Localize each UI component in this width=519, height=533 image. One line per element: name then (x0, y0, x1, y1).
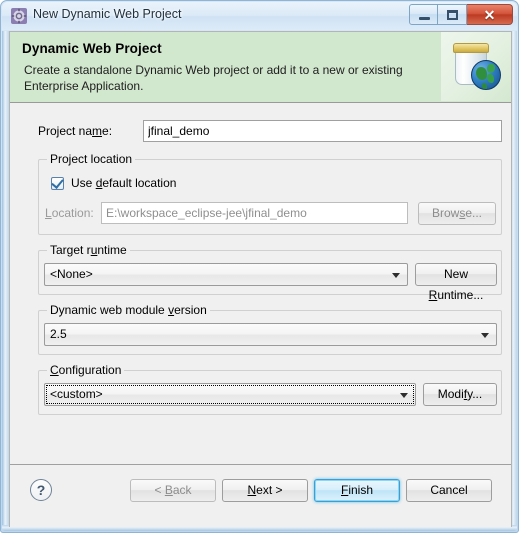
help-icon[interactable]: ? (30, 479, 52, 501)
new-runtime-button[interactable]: New Runtime... (415, 263, 497, 302)
configuration-value: <custom> (50, 387, 103, 401)
chevron-down-icon (481, 333, 489, 338)
configuration-combo[interactable]: <custom> (44, 383, 416, 406)
window-frame-left (2, 31, 9, 526)
location-input[interactable] (101, 202, 408, 224)
window-controls: ✕ (409, 4, 513, 25)
finish-button[interactable]: Finish (314, 479, 400, 502)
page-title: Dynamic Web Project (22, 41, 162, 56)
target-runtime-group-title: Target runtime (47, 243, 130, 257)
location-label: Location: (45, 206, 94, 220)
wizard-form: Project name: Project location Use defau… (10, 103, 511, 463)
checkmark-icon (51, 176, 64, 189)
module-version-value: 2.5 (50, 327, 67, 341)
modify-button[interactable]: Modify... (423, 383, 497, 406)
cancel-button[interactable]: Cancel (406, 479, 492, 502)
browse-button[interactable]: Browse... (418, 202, 496, 225)
module-version-group: Dynamic web module version 2.5 (38, 303, 502, 355)
window-title: New Dynamic Web Project (33, 7, 182, 21)
module-version-combo[interactable]: 2.5 (44, 323, 497, 346)
maximize-button[interactable] (438, 4, 467, 25)
project-location-group-title: Project location (47, 152, 136, 166)
project-location-group: Project location Use default location Lo… (38, 152, 502, 235)
use-default-location-checkbox[interactable] (51, 176, 64, 190)
minimize-icon (419, 17, 430, 20)
page-description: Create a standalone Dynamic Web project … (24, 63, 403, 93)
maximize-icon (447, 10, 458, 20)
close-button[interactable]: ✕ (467, 4, 513, 25)
configuration-group-title: Configuration (47, 363, 125, 377)
wizard-banner: Dynamic Web Project Create a standalone … (10, 32, 511, 103)
module-version-group-title: Dynamic web module version (47, 303, 210, 317)
minimize-button[interactable] (409, 4, 438, 25)
wizard-gear-icon (11, 8, 27, 24)
target-runtime-combo[interactable]: <None> (44, 263, 408, 286)
button-bar: ? < Back Next > Finish Cancel (10, 465, 511, 527)
jar-with-globe-icon (441, 32, 511, 101)
chevron-down-icon (392, 273, 400, 278)
project-name-label: Project name: (38, 124, 113, 138)
configuration-group: Configuration <custom> Modify... (38, 363, 502, 415)
project-name-input[interactable] (143, 120, 502, 142)
jar-lid-shape (453, 43, 489, 53)
title-bar[interactable]: New Dynamic Web Project ✕ (2, 2, 517, 30)
target-runtime-group: Target runtime <None> New Runtime... (38, 243, 502, 302)
back-button[interactable]: < Back (130, 479, 216, 502)
dialog-content: Dynamic Web Project Create a standalone … (9, 31, 512, 527)
close-icon: ✕ (483, 7, 496, 23)
use-default-location-label[interactable]: Use default location (71, 176, 176, 190)
dialog-window: New Dynamic Web Project ✕ Dynamic Web Pr… (0, 0, 519, 533)
next-button[interactable]: Next > (222, 479, 308, 502)
chevron-down-icon (400, 393, 408, 398)
globe-shape (471, 60, 501, 90)
target-runtime-value: <None> (50, 267, 93, 281)
